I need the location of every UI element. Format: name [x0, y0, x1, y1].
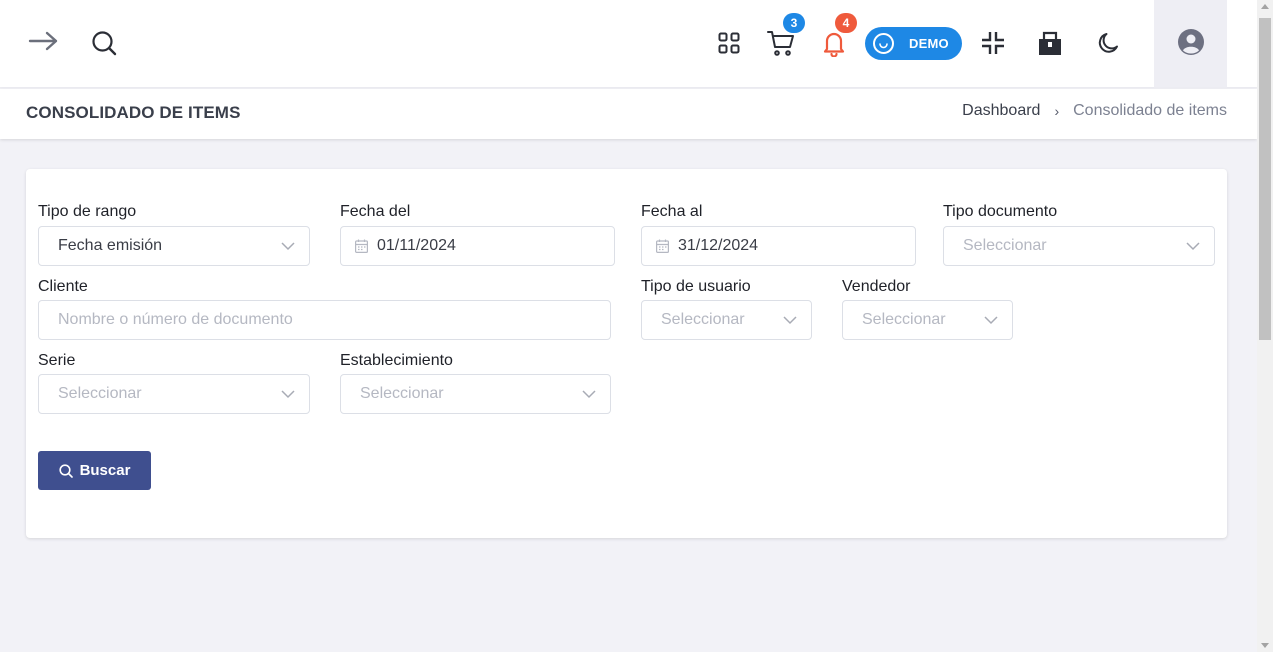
- chevron-down-icon: [281, 387, 295, 406]
- moon-icon[interactable]: [1096, 30, 1122, 56]
- vendedor-label: Vendedor: [842, 278, 911, 295]
- tipo-documento-label: Tipo documento: [943, 203, 1058, 220]
- filter-card: Tipo de rango Fecha emisión Fecha del 01…: [26, 169, 1227, 538]
- search-button-label: Buscar: [79, 462, 131, 479]
- vendedor-placeholder: Seleccionar: [862, 311, 946, 328]
- store-icon[interactable]: [1037, 29, 1063, 57]
- apps-grid-icon[interactable]: [717, 31, 741, 55]
- smiley-icon: [873, 33, 894, 54]
- establecimiento-select[interactable]: Seleccionar: [340, 374, 611, 414]
- tipo-rango-value: Fecha emisión: [58, 237, 163, 254]
- establecimiento-placeholder: Seleccionar: [360, 385, 444, 402]
- demo-label: DEMO: [909, 36, 949, 51]
- page-scrollbar[interactable]: [1257, 0, 1273, 652]
- fecha-del-input[interactable]: 01/11/2024: [340, 226, 615, 266]
- scroll-up-icon[interactable]: [1261, 4, 1269, 9]
- chevron-down-icon: [783, 313, 797, 332]
- scrollbar-thumb[interactable]: [1259, 18, 1271, 340]
- user-circle-icon: [1177, 28, 1204, 60]
- breadcrumb: Dashboard › Consolidado de items: [962, 102, 1227, 120]
- scroll-down-icon[interactable]: [1261, 643, 1269, 648]
- search-icon: [58, 463, 73, 478]
- chevron-down-icon: [1186, 239, 1200, 258]
- cart-icon[interactable]: [767, 30, 795, 57]
- arrow-right-icon[interactable]: [28, 28, 60, 54]
- tipo-rango-label: Tipo de rango: [38, 203, 137, 220]
- notifications-count-badge: 4: [835, 13, 857, 33]
- cliente-placeholder: Nombre o número de documento: [58, 311, 293, 328]
- chevron-down-icon: [582, 387, 596, 406]
- serie-placeholder: Seleccionar: [58, 385, 142, 402]
- tipo-documento-placeholder: Seleccionar: [963, 237, 1047, 254]
- fecha-al-label: Fecha al: [641, 203, 703, 220]
- fecha-al-input[interactable]: 31/12/2024: [641, 226, 916, 266]
- chevron-down-icon: [984, 313, 998, 332]
- cart-count-badge: 3: [783, 13, 805, 33]
- breadcrumb-dashboard-link[interactable]: Dashboard: [962, 102, 1040, 120]
- top-navbar: 3 4 DEMO: [0, 0, 1257, 88]
- tipo-usuario-label: Tipo de usuario: [641, 278, 751, 295]
- serie-label: Serie: [38, 352, 76, 369]
- vendedor-select[interactable]: Seleccionar: [842, 300, 1013, 340]
- bell-icon[interactable]: [821, 29, 847, 57]
- breadcrumb-current: Consolidado de items: [1073, 102, 1227, 119]
- calendar-icon: [355, 239, 368, 253]
- tipo-usuario-placeholder: Seleccionar: [661, 311, 745, 328]
- tipo-documento-select[interactable]: Seleccionar: [943, 226, 1215, 266]
- calendar-icon: [656, 239, 669, 253]
- cliente-label: Cliente: [38, 278, 88, 295]
- user-menu[interactable]: [1154, 0, 1227, 88]
- collapse-icon[interactable]: [981, 31, 1005, 55]
- demo-toggle[interactable]: DEMO: [865, 27, 962, 60]
- page-header: CONSOLIDADO DE ITEMS Dashboard › Consoli…: [0, 89, 1257, 139]
- search-button[interactable]: Buscar: [38, 451, 151, 490]
- cliente-input[interactable]: Nombre o número de documento: [38, 300, 611, 340]
- serie-select[interactable]: Seleccionar: [38, 374, 310, 414]
- search-icon[interactable]: [90, 29, 118, 57]
- tipo-rango-select[interactable]: Fecha emisión: [38, 226, 310, 266]
- fecha-del-value: 01/11/2024: [377, 237, 456, 254]
- page-title: CONSOLIDADO DE ITEMS: [26, 103, 241, 122]
- tipo-usuario-select[interactable]: Seleccionar: [641, 300, 812, 340]
- chevron-down-icon: [281, 239, 295, 258]
- breadcrumb-separator: ›: [1054, 103, 1060, 119]
- establecimiento-label: Establecimiento: [340, 352, 453, 369]
- fecha-al-value: 31/12/2024: [678, 237, 759, 254]
- fecha-del-label: Fecha del: [340, 203, 411, 220]
